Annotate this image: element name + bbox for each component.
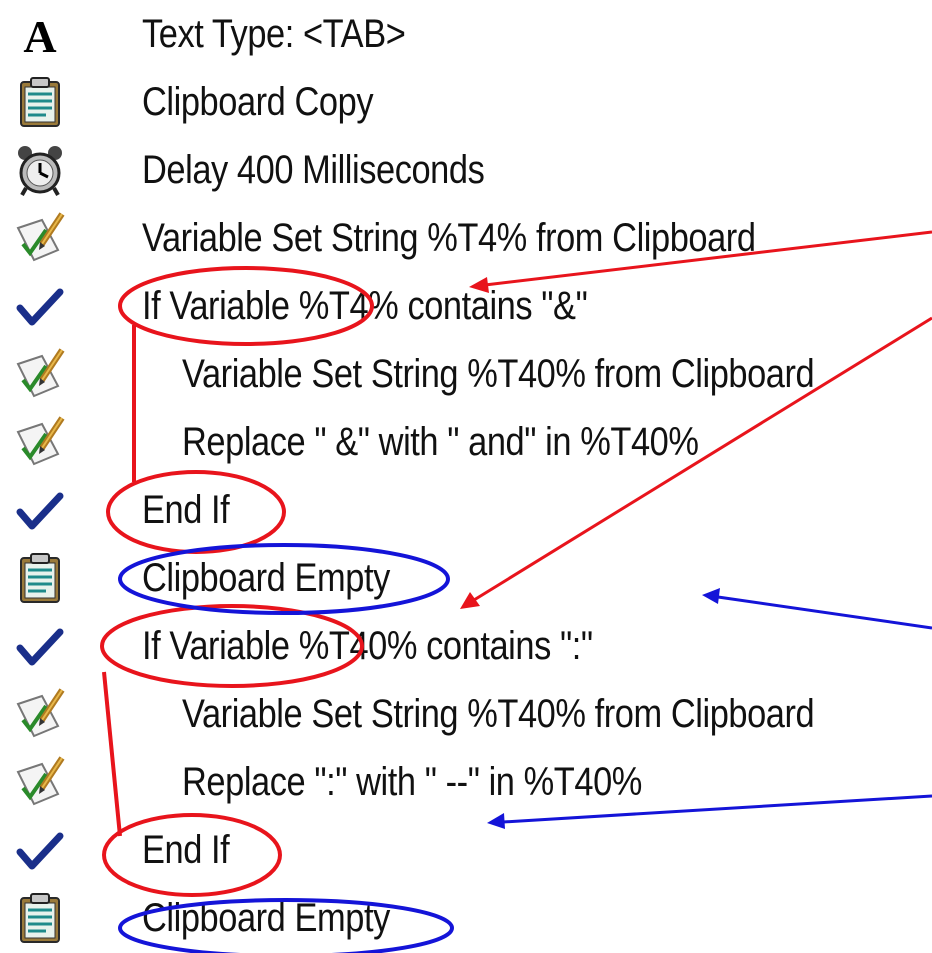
- macro-step[interactable]: Clipboard Empty: [0, 884, 932, 952]
- variable-edit-icon: [10, 210, 70, 266]
- macro-step[interactable]: If Variable %T40% contains ":": [0, 612, 932, 680]
- macro-step-label: Variable Set String %T40% from Clipboard: [182, 352, 815, 396]
- macro-step[interactable]: Clipboard Copy: [0, 68, 932, 136]
- clipboard-icon: [10, 890, 70, 946]
- macro-step-label: Replace " &" with " and" in %T40%: [182, 420, 699, 464]
- macro-step[interactable]: Variable Set String %T40% from Clipboard: [0, 340, 932, 408]
- macro-step-label: Text Type: <TAB>: [142, 12, 406, 56]
- macro-step-label: Replace ":" with " --" in %T40%: [182, 760, 642, 804]
- macro-step[interactable]: End If: [0, 816, 932, 884]
- macro-step[interactable]: Replace " &" with " and" in %T40%: [0, 408, 932, 476]
- macro-step[interactable]: End If: [0, 476, 932, 544]
- macro-step-label: End If: [142, 828, 230, 872]
- macro-step-list: A Text Type: <TAB> Clipboard Copy Delay …: [0, 0, 932, 953]
- checkmark-icon: [10, 822, 70, 878]
- svg-text:A: A: [23, 11, 56, 62]
- macro-step-label: Clipboard Empty: [142, 556, 390, 600]
- macro-step-label: If Variable %T40% contains ":": [142, 624, 593, 668]
- macro-step-label: End If: [142, 488, 230, 532]
- checkmark-icon: [10, 618, 70, 674]
- macro-step-label: Clipboard Copy: [142, 80, 374, 124]
- variable-edit-icon: [10, 754, 70, 810]
- clipboard-icon: [10, 74, 70, 130]
- checkmark-icon: [10, 278, 70, 334]
- macro-step-label: If Variable %T4% contains "&": [142, 284, 588, 328]
- macro-step-label: Clipboard Empty: [142, 896, 390, 940]
- alarm-clock-icon: [10, 142, 70, 198]
- macro-step[interactable]: Variable Set String %T4% from Clipboard: [0, 204, 932, 272]
- macro-step[interactable]: Clipboard Empty: [0, 544, 932, 612]
- macro-step[interactable]: Variable Set String %T40% from Clipboard: [0, 680, 932, 748]
- macro-step[interactable]: If Variable %T4% contains "&": [0, 272, 932, 340]
- variable-edit-icon: [10, 414, 70, 470]
- macro-step-label: Variable Set String %T40% from Clipboard: [182, 692, 815, 736]
- macro-step-label: Delay 400 Milliseconds: [142, 148, 485, 192]
- text-type-icon: A: [10, 6, 70, 62]
- macro-step-label: Variable Set String %T4% from Clipboard: [142, 216, 756, 260]
- checkmark-icon: [10, 482, 70, 538]
- macro-step[interactable]: Delay 400 Milliseconds: [0, 136, 932, 204]
- variable-edit-icon: [10, 686, 70, 742]
- variable-edit-icon: [10, 346, 70, 402]
- macro-step[interactable]: Replace ":" with " --" in %T40%: [0, 748, 932, 816]
- clipboard-icon: [10, 550, 70, 606]
- macro-step[interactable]: A Text Type: <TAB>: [0, 0, 932, 68]
